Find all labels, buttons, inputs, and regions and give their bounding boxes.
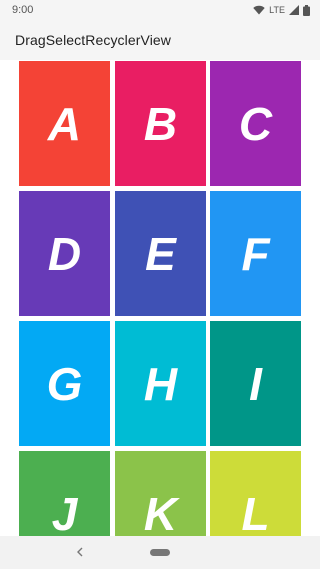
tile-e[interactable]: E: [115, 191, 206, 316]
tile-g[interactable]: G: [19, 321, 110, 446]
tile-letter: J: [51, 487, 78, 537]
tile-letter: K: [143, 487, 178, 537]
app-bar: DragSelectRecyclerView: [0, 20, 320, 60]
tile-b[interactable]: B: [115, 61, 206, 186]
signal-icon: [289, 5, 299, 15]
tile-j[interactable]: J: [19, 451, 110, 536]
tile-letter: L: [241, 487, 270, 537]
tile-grid[interactable]: A B C D E F G H I J K L: [0, 60, 320, 536]
tile-l[interactable]: L: [210, 451, 301, 536]
status-time: 9:00: [12, 4, 34, 16]
status-bar: 9:00 LTE: [0, 0, 320, 20]
tile-k[interactable]: K: [115, 451, 206, 536]
tile-h[interactable]: H: [115, 321, 206, 446]
wifi-icon: [253, 5, 265, 15]
tile-d[interactable]: D: [19, 191, 110, 316]
tile-letter: B: [143, 97, 178, 150]
tile-letter: D: [47, 227, 82, 280]
tile-letter: C: [238, 97, 273, 150]
tile-f[interactable]: F: [210, 191, 301, 316]
status-icons: LTE: [253, 4, 310, 16]
tile-a[interactable]: A: [19, 61, 110, 186]
tile-letter: I: [249, 357, 262, 410]
navigation-bar: [0, 536, 320, 569]
tile-i[interactable]: I: [210, 321, 301, 446]
back-icon[interactable]: [72, 543, 88, 561]
tile-letter: H: [143, 357, 178, 410]
battery-icon: [303, 4, 310, 16]
tile-letter: E: [145, 227, 176, 280]
network-type: LTE: [269, 5, 285, 15]
tile-letter: F: [241, 227, 270, 280]
tile-letter: G: [46, 357, 83, 410]
home-pill-icon[interactable]: [150, 549, 170, 556]
app-title: DragSelectRecyclerView: [15, 32, 172, 48]
tile-letter: A: [47, 97, 82, 150]
tile-c[interactable]: C: [210, 61, 301, 186]
